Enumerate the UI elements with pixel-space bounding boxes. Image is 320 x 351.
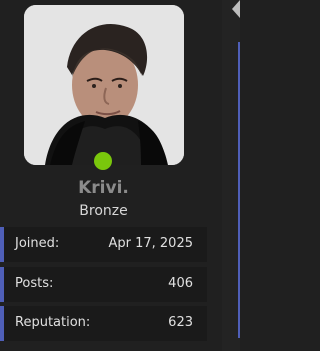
profile-panel: Krivi. Bronze Joined: Apr 17, 2025 Posts… [0,0,222,351]
stat-value: Apr 17, 2025 [108,236,193,251]
username[interactable]: Krivi. [0,178,207,198]
stat-label: Joined: [15,236,60,251]
user-rank: Bronze [79,203,128,219]
stat-value: 406 [168,276,193,291]
right-accent-line [238,42,240,338]
stat-value: 623 [168,315,193,330]
online-status-indicator [94,152,112,170]
avatar-image [24,5,184,165]
stat-row-posts: Posts: 406 [0,267,207,302]
avatar[interactable] [24,5,184,165]
stat-label: Reputation: [15,315,91,330]
stat-row-joined: Joined: Apr 17, 2025 [0,227,207,262]
stat-row-reputation: Reputation: 623 [0,306,207,341]
stat-label: Posts: [15,276,54,291]
